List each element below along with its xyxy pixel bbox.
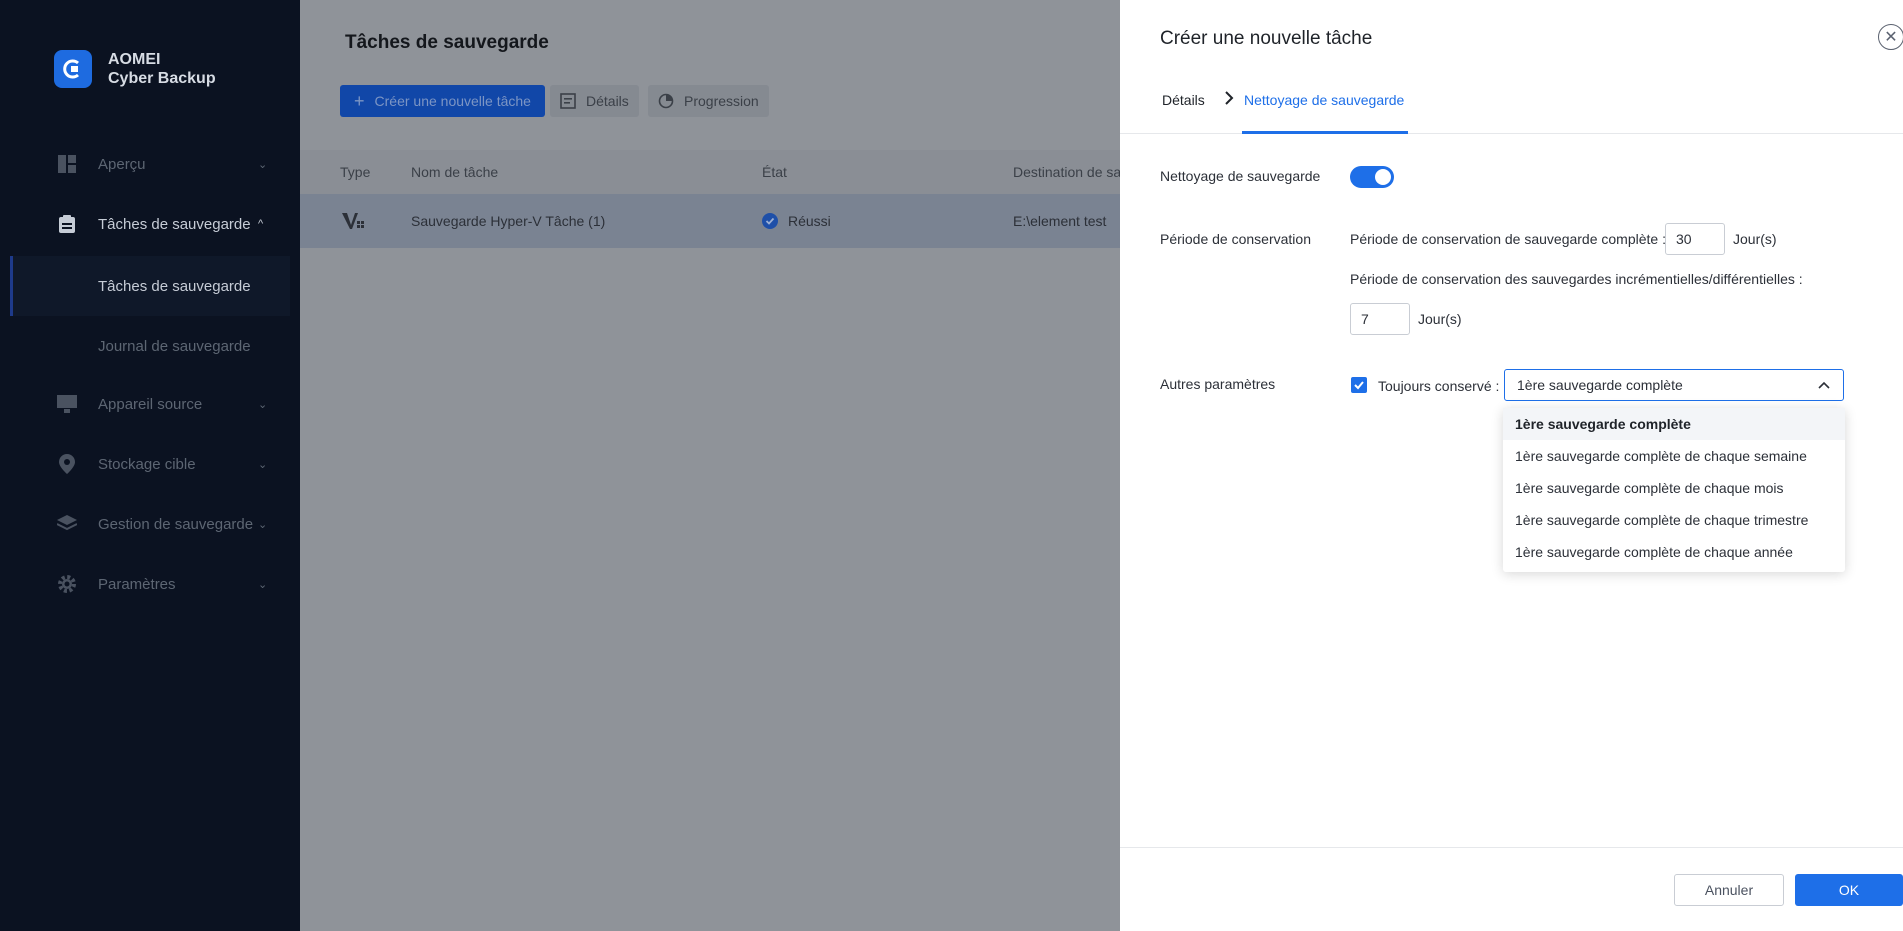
step-details[interactable]: Détails xyxy=(1162,92,1205,108)
step-cleanup[interactable]: Nettoyage de sauvegarde xyxy=(1244,92,1404,108)
sidebar-item-label: Gestion de sauvegarde xyxy=(98,515,254,533)
brand-line1: AOMEI xyxy=(108,51,161,68)
full-retention-input[interactable]: 30 xyxy=(1665,223,1725,255)
dropdown-option[interactable]: 1ère sauvegarde complète de chaque semai… xyxy=(1503,440,1845,472)
sidebar-item-apercu[interactable]: Aperçu ⌄ xyxy=(0,144,300,184)
details-button[interactable]: Détails xyxy=(550,85,639,117)
sidebar-item-label: Appareil source xyxy=(98,395,203,413)
cleanup-label: Nettoyage de sauvegarde xyxy=(1160,168,1321,184)
brand-line2: Cyber Backup xyxy=(108,70,216,87)
full-retention-label: Période de conservation de sauvegarde co… xyxy=(1350,231,1666,247)
cancel-button[interactable]: Annuler xyxy=(1674,874,1784,906)
sidebar-item-label: Paramètres xyxy=(98,575,176,593)
chevron-down-icon: ⌄ xyxy=(258,578,268,591)
layers-icon xyxy=(57,514,77,534)
select-dropdown: 1ère sauvegarde complète 1ère sauvegarde… xyxy=(1503,408,1845,572)
task-status: Réussi xyxy=(762,213,831,229)
select-value: 1ère sauvegarde complète xyxy=(1517,377,1683,393)
dropdown-option[interactable]: 1ère sauvegarde complète de chaque trime… xyxy=(1503,504,1845,536)
incremental-retention-input[interactable]: 7 xyxy=(1350,303,1410,335)
sidebar-item-stockage-cible[interactable]: Stockage cible ⌄ xyxy=(0,444,300,484)
dashboard-icon xyxy=(57,154,77,174)
sidebar-item-parametres[interactable]: Paramètres ⌄ xyxy=(0,564,300,604)
drawer-title: Créer une nouvelle tâche xyxy=(1160,28,1373,49)
column-header-type: Type xyxy=(340,164,371,180)
progress-icon xyxy=(658,93,674,109)
dropdown-option[interactable]: 1ère sauvegarde complète xyxy=(1503,408,1845,440)
column-header-name: Nom de tâche xyxy=(411,164,499,180)
steps-bar: Détails Nettoyage de sauvegarde xyxy=(1120,80,1903,134)
other-settings-label: Autres paramètres xyxy=(1160,376,1276,392)
progress-button[interactable]: Progression xyxy=(648,85,769,117)
dropdown-option[interactable]: 1ère sauvegarde complète de chaque mois xyxy=(1503,472,1845,504)
incremental-retention-label: Période de conservation des sauvegardes … xyxy=(1350,271,1803,287)
retention-label: Période de conservation xyxy=(1160,231,1311,247)
always-keep-select[interactable]: 1ère sauvegarde complète xyxy=(1504,369,1844,401)
task-status-text: Réussi xyxy=(788,213,831,229)
create-task-drawer: Créer une nouvelle tâche ✕ Détails Netto… xyxy=(1120,0,1903,931)
toggle-knob xyxy=(1375,169,1391,185)
always-keep-label: Toujours conservé : xyxy=(1378,378,1500,394)
chevron-down-icon: ⌄ xyxy=(258,458,268,471)
chevron-up-icon xyxy=(1818,381,1830,389)
sidebar-subitem-label: Journal de sauvegarde xyxy=(98,337,251,355)
plus-icon: + xyxy=(354,91,365,111)
sidebar-subitem-taches[interactable]: Tâches de sauvegarde xyxy=(10,256,290,316)
chevron-up-icon: ^ xyxy=(258,218,264,230)
sidebar-item-label: Stockage cible xyxy=(98,455,196,473)
dropdown-option[interactable]: 1ère sauvegarde complète de chaque année xyxy=(1503,536,1845,568)
always-keep-checkbox[interactable] xyxy=(1351,377,1367,393)
create-task-button[interactable]: + Créer une nouvelle tâche xyxy=(340,85,545,117)
ok-button[interactable]: OK xyxy=(1795,874,1903,906)
active-step-indicator xyxy=(1242,131,1408,134)
checkmark-icon xyxy=(1354,381,1364,390)
create-task-label: Créer une nouvelle tâche xyxy=(374,93,531,109)
task-name: Sauvegarde Hyper-V Tâche (1) xyxy=(411,213,606,229)
chevron-right-icon xyxy=(1225,91,1234,105)
details-label: Détails xyxy=(586,93,629,109)
drawer-footer: Annuler OK xyxy=(1120,847,1903,931)
clipboard-icon xyxy=(57,214,77,234)
chevron-down-icon: ⌄ xyxy=(258,158,268,171)
incremental-retention-unit: Jour(s) xyxy=(1418,311,1462,327)
sidebar-subitem-journal[interactable]: Journal de sauvegarde xyxy=(10,316,290,376)
sidebar-item-label: Tâches de sauvegarde xyxy=(98,215,251,233)
gear-icon xyxy=(57,574,77,594)
sidebar-subitem-label: Tâches de sauvegarde xyxy=(98,277,251,295)
hyper-v-icon xyxy=(342,213,364,229)
full-retention-unit: Jour(s) xyxy=(1733,231,1777,247)
page-title: Tâches de sauvegarde xyxy=(345,32,549,53)
brand: AOMEI Cyber Backup xyxy=(54,50,216,88)
sidebar-item-gestion[interactable]: Gestion de sauvegarde ⌄ xyxy=(0,504,300,544)
sidebar: AOMEI Cyber Backup Aperçu ⌄ Tâches de sa… xyxy=(0,0,300,931)
details-icon xyxy=(560,93,576,109)
close-icon[interactable]: ✕ xyxy=(1878,24,1903,50)
sidebar-item-label: Aperçu xyxy=(98,155,146,173)
location-pin-icon xyxy=(57,454,77,474)
cleanup-toggle[interactable] xyxy=(1350,166,1394,188)
check-circle-icon xyxy=(762,213,778,229)
sidebar-item-appareil-source[interactable]: Appareil source ⌄ xyxy=(0,384,300,424)
chevron-down-icon: ⌄ xyxy=(258,398,268,411)
column-header-status: État xyxy=(762,164,787,180)
monitor-icon xyxy=(57,394,77,414)
task-destination: E:\element test xyxy=(1013,213,1107,229)
chevron-down-icon: ⌄ xyxy=(258,518,268,531)
column-header-destination: Destination de sa xyxy=(1013,164,1122,180)
progress-label: Progression xyxy=(684,93,759,109)
sidebar-item-taches[interactable]: Tâches de sauvegarde ^ xyxy=(0,204,300,244)
aomei-logo-icon xyxy=(54,50,92,88)
